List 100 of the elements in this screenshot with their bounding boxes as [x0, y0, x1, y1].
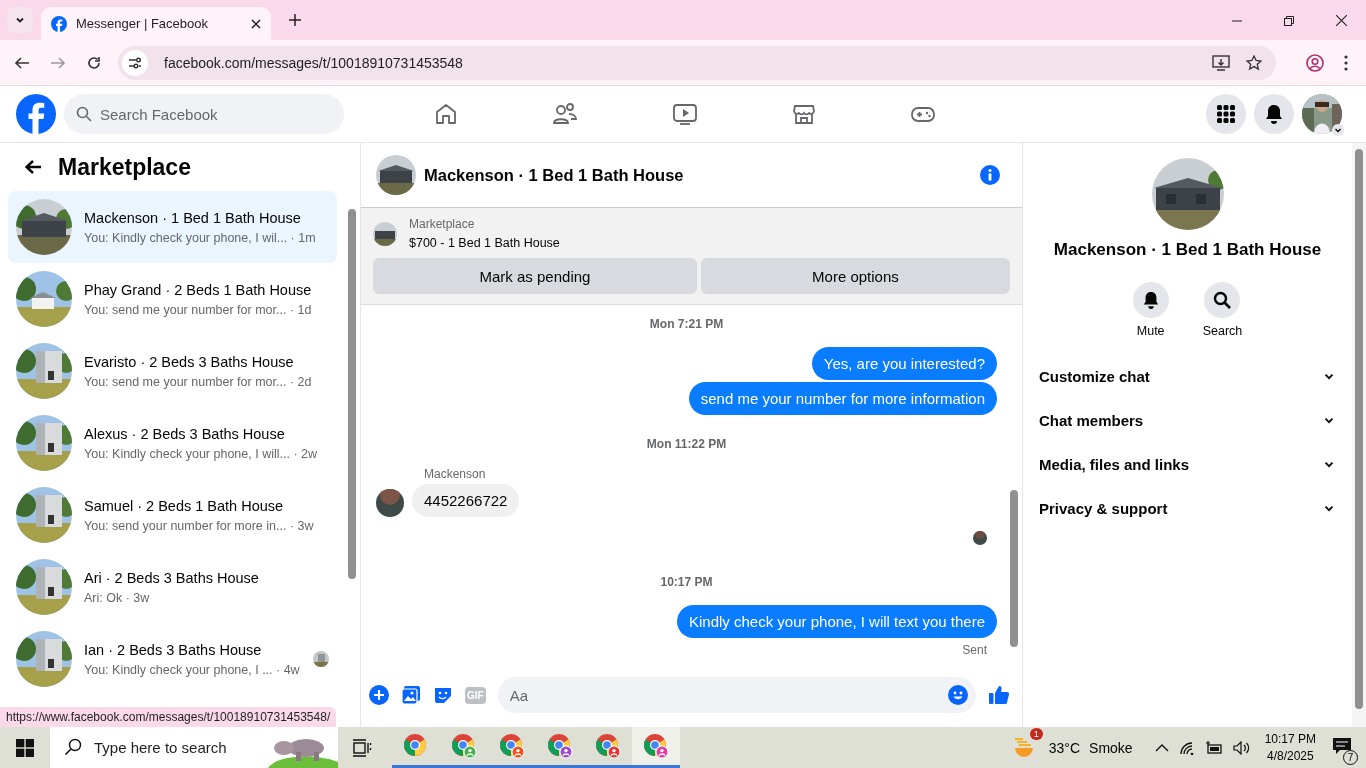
- conversation-item[interactable]: Samuel · 2 Beds 1 Bath House You: send your number for more in... · 3w: [8, 479, 337, 551]
- windows-logo-icon[interactable]: [16, 738, 34, 757]
- message-preview: You: Kindly check your phone, I wil... · 1m: [84, 230, 317, 245]
- conversation-item[interactable]: Ian · 2 Beds 3 Baths House You: Kindly check your phone, I ... · 4w: [8, 623, 337, 695]
- notification-badge: 1: [1029, 727, 1043, 740]
- reload-icon[interactable]: [86, 54, 102, 71]
- timestamp: 10:17 PM: [660, 575, 713, 589]
- browser-profile-icon: [547, 733, 573, 759]
- emoji-icon[interactable]: [948, 685, 968, 705]
- address-bar[interactable]: facebook.com/messages/t/10018910731453548: [118, 45, 1276, 80]
- menu-button[interactable]: [1206, 94, 1246, 134]
- message-preview: You: send me your number for mor... · 1d: [84, 302, 313, 317]
- listing-title: $700 - 1 Bed 1 Bath House: [409, 236, 560, 250]
- temperature[interactable]: 33°C: [1048, 739, 1081, 756]
- wifi-icon[interactable]: [1178, 740, 1195, 755]
- timestamp: Mon 7:21 PM: [649, 317, 724, 331]
- scrollbar[interactable]: [1352, 143, 1366, 727]
- plus-icon[interactable]: [369, 685, 389, 705]
- new-tab-icon[interactable]: [289, 14, 301, 26]
- url-text: facebook.com/messages/t/10018910731453548: [164, 54, 463, 71]
- back-icon[interactable]: [14, 54, 30, 71]
- like-icon[interactable]: [988, 685, 1010, 705]
- search-field[interactable]: Search Facebook: [64, 94, 344, 134]
- conversation-item[interactable]: Alexus · 2 Beds 3 Baths House You: Kindly check your phone, I will... · 2w: [8, 407, 337, 479]
- conversation-item[interactable]: Phay Grand · 2 Beds 1 Bath House You: send me your number for mor... · 1d: [8, 263, 337, 335]
- conversation-name: Alexus · 2 Beds 3 Baths House: [84, 425, 286, 442]
- section-header[interactable]: Chat members: [1039, 398, 1336, 442]
- profile-icon[interactable]: [1306, 53, 1324, 72]
- close-icon[interactable]: [1336, 15, 1347, 26]
- message-preview: You: send me your number for mor... · 2d: [84, 374, 313, 389]
- status-url: https://www.facebook.com/messages/t/10018910731453548/: [0, 707, 337, 727]
- bell-icon: [1264, 104, 1284, 124]
- message-preview: Ari: Ok · 3w: [84, 590, 151, 605]
- tab-title: Messenger | Facebook: [76, 16, 209, 31]
- caret-icon[interactable]: [1332, 124, 1344, 136]
- browser-profile-icon: [499, 733, 525, 759]
- search-icon: [1213, 291, 1232, 309]
- info-icon[interactable]: [980, 165, 1000, 185]
- message-bubble: send me your number for more information: [688, 382, 997, 415]
- sidebar-title: Marketplace: [58, 153, 191, 181]
- friends-icon[interactable]: [552, 102, 578, 126]
- delivery-status: Sent: [962, 643, 987, 657]
- restore-icon[interactable]: [1284, 16, 1294, 26]
- message-bubble: Kindly check your phone, I will text you there: [677, 605, 997, 638]
- facebook-logo-icon: [51, 15, 67, 32]
- image-icon[interactable]: [401, 685, 421, 705]
- section-header[interactable]: Customize chat: [1039, 354, 1336, 398]
- message-preview: You: Kindly check your phone, I ... · 4w: [84, 662, 301, 677]
- bell-icon: [1141, 291, 1160, 309]
- notification-center-icon[interactable]: [1332, 736, 1352, 755]
- conversation-item[interactable]: Ari · 2 Beds 3 Baths House Ari: Ok · 3w: [8, 551, 337, 623]
- menu-icon[interactable]: [1344, 54, 1348, 71]
- action-label: Search: [1202, 324, 1243, 338]
- listing-button[interactable]: More options: [700, 258, 1010, 294]
- message-preview: You: send your number for more in... · 3w: [84, 518, 315, 533]
- conversation-name: Ian · 2 Beds 3 Baths House: [84, 641, 263, 658]
- message-bubble: 4452266722: [412, 484, 520, 517]
- action-button[interactable]: [1204, 282, 1241, 318]
- weather-condition[interactable]: Smoke: [1089, 739, 1133, 756]
- contact-name: Mackenson · 1 Bed 1 Bath House: [1053, 240, 1322, 260]
- conversation-name: Evaristo · 2 Beds 3 Baths House: [84, 353, 295, 370]
- search-icon: [76, 106, 92, 122]
- conversation-name: Samuel · 2 Beds 1 Bath House: [84, 497, 285, 514]
- video-icon[interactable]: [672, 102, 698, 126]
- facebook-logo-icon[interactable]: [16, 94, 56, 134]
- notification-count: 7: [1343, 749, 1358, 765]
- battery-icon[interactable]: [1204, 740, 1223, 755]
- chevron-up-icon[interactable]: [1154, 742, 1169, 753]
- star-icon[interactable]: [1246, 54, 1262, 71]
- close-icon[interactable]: [251, 18, 261, 29]
- task-view-icon[interactable]: [352, 738, 372, 757]
- volume-icon[interactable]: [1232, 740, 1251, 755]
- listing-button[interactable]: Mark as pending: [373, 258, 697, 294]
- conversation-name: Mackenson · 1 Bed 1 Bath House: [84, 209, 302, 226]
- conversation-name: Ari · 2 Beds 3 Baths House: [84, 569, 260, 586]
- sticker-icon[interactable]: [433, 685, 453, 705]
- store-icon[interactable]: [792, 102, 816, 126]
- install-icon[interactable]: [1212, 54, 1230, 71]
- action-button[interactable]: [1132, 282, 1169, 318]
- browser-profile-icon: [595, 733, 621, 759]
- clock-date[interactable]: 4/8/2025: [1266, 749, 1314, 763]
- notifications-button[interactable]: [1254, 94, 1294, 134]
- conversation-item[interactable]: Mackenson · 1 Bed 1 Bath House You: Kindly check your phone, I wil... · 1m: [8, 191, 337, 263]
- message-preview: You: Kindly check your phone, I will... · 2w: [84, 446, 318, 461]
- conversation-item[interactable]: Evaristo · 2 Beds 3 Baths House You: send me your number for mor... · 2d: [8, 335, 337, 407]
- sender-name: Mackenson: [424, 467, 487, 481]
- browser-icon: [403, 733, 429, 759]
- home-icon[interactable]: [434, 102, 458, 126]
- message-field[interactable]: Aa: [497, 677, 976, 713]
- section-header[interactable]: Privacy & support: [1039, 486, 1336, 530]
- clock-time[interactable]: 10:17 PM: [1264, 732, 1316, 746]
- site-settings-icon[interactable]: [122, 49, 148, 76]
- browser-profile-icon: [643, 733, 669, 759]
- forward-icon[interactable]: [50, 54, 66, 71]
- browser-tab[interactable]: Messenger | Facebook: [41, 7, 271, 40]
- taskbar-app[interactable]: [632, 727, 680, 768]
- back-arrow-icon[interactable]: [24, 159, 42, 175]
- timestamp: Mon 11:22 PM: [646, 437, 727, 451]
- action-label: Mute: [1136, 324, 1165, 338]
- section-header[interactable]: Media, files and links: [1039, 442, 1336, 486]
